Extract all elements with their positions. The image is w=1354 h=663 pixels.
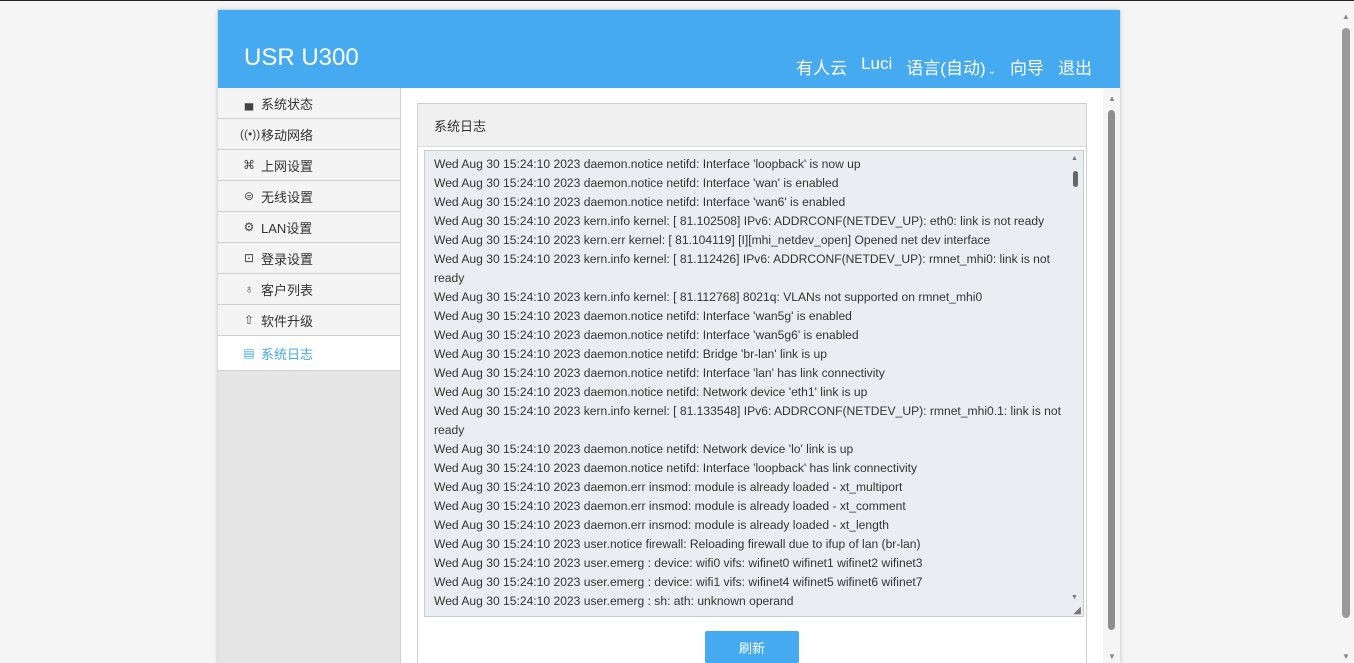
log-line: Wed Aug 30 15:24:10 2023 kern.info kerne… (434, 252, 1050, 285)
sidebar-item-label: 登录设置 (261, 251, 314, 267)
log-line: Wed Aug 30 15:24:10 2023 daemon.err insm… (434, 499, 906, 513)
sidebar-item-label: 无线设置 (261, 189, 314, 205)
sidebar-item-label: LAN设置 (261, 220, 313, 236)
log-line: Wed Aug 30 15:24:10 2023 user.emerg : de… (434, 556, 923, 570)
resize-grip-icon[interactable]: ◢ (1073, 605, 1081, 616)
main-content: 系统日志 Wed Aug 30 15:24:10 2023 daemon.not… (401, 88, 1103, 663)
log-line: Wed Aug 30 15:24:10 2023 daemon.notice n… (434, 461, 918, 475)
panel-title: 系统日志 (418, 104, 1086, 147)
log-line: Wed Aug 30 15:24:10 2023 user.emerg : de… (434, 575, 923, 589)
sidebar-item-label: 系统日志 (261, 346, 314, 362)
sidebar-item-software-upgrade[interactable]: ⇧ 软件升级 (218, 305, 400, 336)
log-scrollbar-thumb[interactable] (1073, 171, 1078, 187)
sidebar-item-label: 移动网络 (261, 127, 314, 143)
sidebar-item-label: 客户列表 (261, 282, 314, 298)
log-icon: ▤ (243, 346, 255, 360)
log-line: Wed Aug 30 15:24:10 2023 kern.info kerne… (434, 404, 1061, 437)
nav-language-label: 语言(自动) (906, 59, 986, 78)
sidebar-item-label: 系统状态 (261, 96, 314, 112)
chevron-down-icon: ⌄ (987, 66, 996, 77)
log-line: Wed Aug 30 15:24:10 2023 kern.info kerne… (434, 214, 1045, 228)
log-scrollbar[interactable]: ▲ ▼ (1069, 153, 1081, 603)
sidebar-item-internet-settings[interactable]: ⌘ 上网设置 (218, 150, 400, 181)
log-line: Wed Aug 30 15:24:10 2023 daemon.notice n… (434, 442, 854, 456)
sidebar-menu: ▄ 系统状态 ((•)) 移动网络 ⌘ 上网设置 ⊜ 无线设置 ⚙ LAN设置 ⊡ 登录设置… (218, 88, 401, 663)
users-icon: ♁ (244, 282, 254, 296)
brand-title: USR U300 (244, 44, 359, 71)
lan-icon: ⚙ (243, 220, 255, 234)
nav-cloud-link[interactable]: 有人云 (796, 54, 847, 79)
log-text: Wed Aug 30 15:24:10 2023 daemon.notice n… (425, 151, 1083, 611)
sidebar-item-label: 上网设置 (261, 158, 314, 174)
log-line: Wed Aug 30 15:24:10 2023 daemon.notice n… (434, 328, 859, 342)
sidebar-item-label: 软件升级 (261, 313, 314, 329)
scroll-down-arrow-icon[interactable]: ▼ (1108, 652, 1116, 661)
log-line: Wed Aug 30 15:24:10 2023 daemon.notice n… (434, 176, 839, 190)
log-line: Wed Aug 30 15:24:10 2023 kern.info kerne… (434, 290, 983, 304)
sidebar-item-system-status[interactable]: ▄ 系统状态 (218, 88, 400, 119)
page-scrollbar-thumb[interactable] (1342, 28, 1350, 618)
log-line: Wed Aug 30 15:24:10 2023 daemon.notice n… (434, 309, 852, 323)
log-line: Wed Aug 30 15:24:10 2023 daemon.notice n… (434, 195, 846, 209)
log-line: Wed Aug 30 15:24:10 2023 daemon.err insm… (434, 480, 903, 494)
sidebar-item-wireless-settings[interactable]: ⊜ 无线设置 (218, 181, 400, 212)
nav-logout-link[interactable]: 退出 (1058, 54, 1092, 79)
system-log-panel: 系统日志 Wed Aug 30 15:24:10 2023 daemon.not… (417, 103, 1087, 663)
top-header: USR U300 有人云 Luci 语言(自动) ⌄ 向导 退出 (218, 10, 1120, 88)
network-icon: ⌘ (243, 158, 255, 172)
router-admin-app: USR U300 有人云 Luci 语言(自动) ⌄ 向导 退出 ▄ 系统状态 ((… (218, 10, 1120, 663)
signal-icon: ((•)) (240, 127, 261, 141)
log-line: Wed Aug 30 15:24:10 2023 user.emerg : sh… (434, 594, 794, 608)
log-line: Wed Aug 30 15:24:10 2023 daemon.err insm… (434, 518, 889, 532)
nav-wizard-link[interactable]: 向导 (1010, 54, 1044, 79)
log-line: Wed Aug 30 15:24:10 2023 daemon.notice n… (434, 385, 868, 399)
log-line: Wed Aug 30 15:24:10 2023 daemon.notice n… (434, 366, 885, 380)
log-line: Wed Aug 30 15:24:10 2023 kern.err kernel… (434, 233, 991, 247)
refresh-button[interactable]: 刷新 (705, 631, 799, 663)
sidebar-item-system-log[interactable]: ▤ 系统日志 (218, 336, 400, 371)
login-icon: ⊡ (243, 251, 255, 265)
content-scrollbar[interactable]: ▲ ▼ (1103, 88, 1120, 663)
scroll-down-arrow-icon[interactable]: ▼ (1342, 652, 1350, 661)
nav-language-dropdown[interactable]: 语言(自动) ⌄ (906, 54, 996, 79)
nav-luci-link[interactable]: Luci (861, 54, 892, 79)
sidebar-item-lan-settings[interactable]: ⚙ LAN设置 (218, 212, 400, 243)
log-line: Wed Aug 30 15:24:10 2023 user.notice fir… (434, 537, 921, 551)
sidebar-item-login-settings[interactable]: ⊡ 登录设置 (218, 243, 400, 274)
scroll-up-arrow-icon[interactable]: ▲ (1108, 94, 1116, 103)
scroll-up-arrow-icon[interactable]: ▲ (1071, 155, 1078, 162)
log-line: Wed Aug 30 15:24:10 2023 daemon.notice n… (434, 157, 861, 171)
content-scrollbar-thumb[interactable] (1108, 110, 1115, 630)
log-line: Wed Aug 30 15:24:10 2023 daemon.notice n… (434, 347, 827, 361)
top-nav: 有人云 Luci 语言(自动) ⌄ 向导 退出 (796, 54, 1092, 79)
wifi-icon: ⊜ (243, 189, 255, 203)
sidebar-item-client-list[interactable]: ♁ 客户列表 (218, 274, 400, 305)
log-textarea[interactable]: Wed Aug 30 15:24:10 2023 daemon.notice n… (424, 150, 1084, 617)
scroll-up-arrow-icon[interactable]: ▲ (1342, 12, 1350, 21)
upgrade-icon: ⇧ (243, 313, 255, 327)
scroll-down-arrow-icon[interactable]: ▼ (1071, 594, 1078, 601)
browser-top-edge (0, 0, 1354, 8)
page-scrollbar[interactable]: ▲ ▼ (1338, 8, 1354, 663)
router-icon: ▄ (244, 96, 254, 110)
sidebar-item-mobile-network[interactable]: ((•)) 移动网络 (218, 119, 400, 150)
